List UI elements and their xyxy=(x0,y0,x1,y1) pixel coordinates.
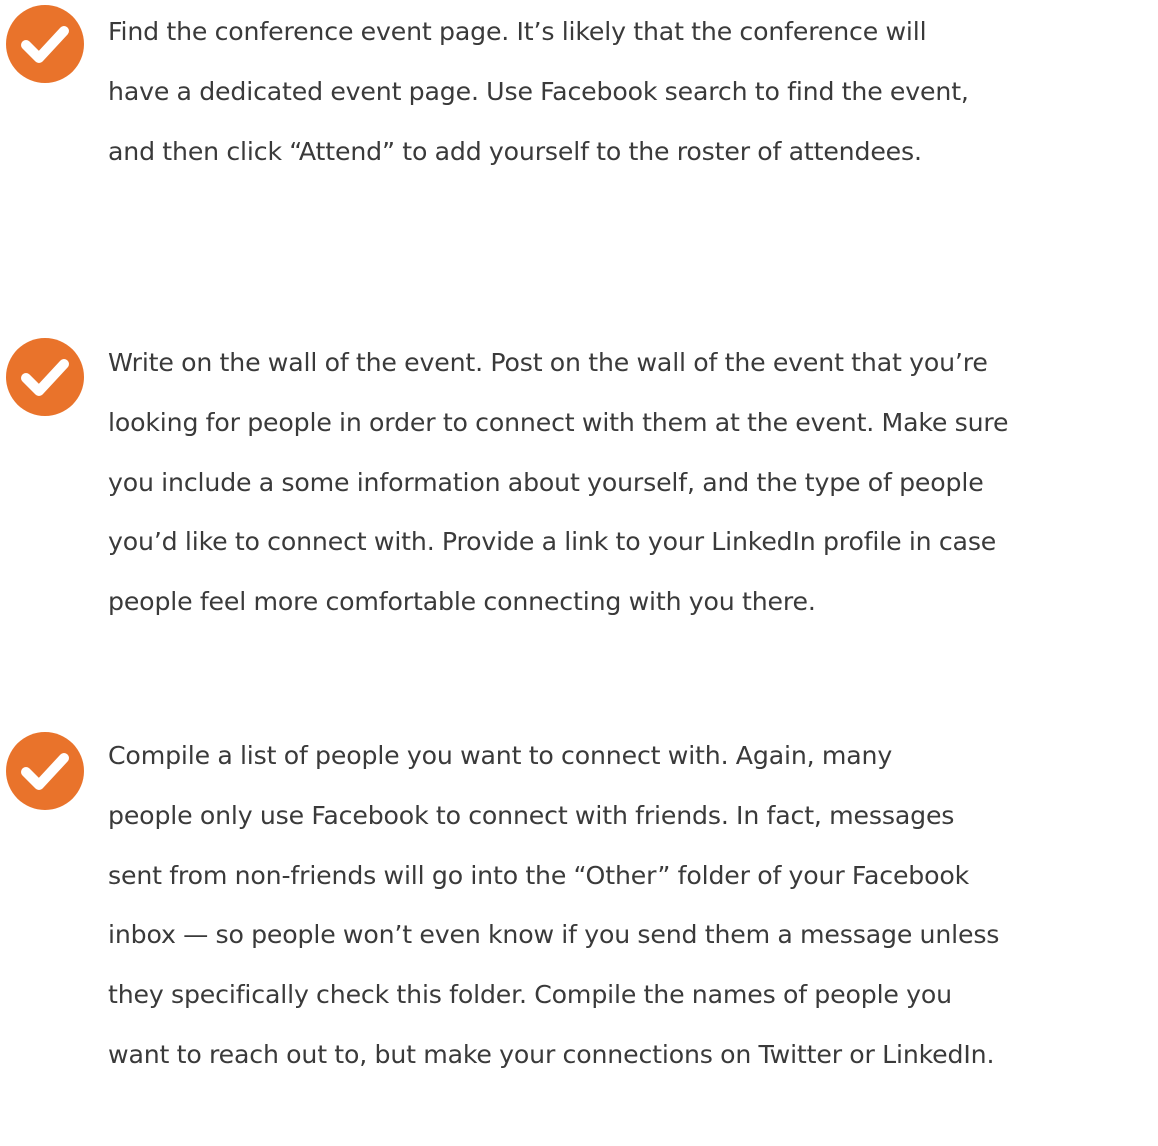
text-line: they specifically check this folder. Com… xyxy=(108,980,952,1010)
text-line: you include a some information about you… xyxy=(108,467,984,497)
text-line: people feel more comfortable connecting … xyxy=(108,587,816,617)
text-line: have a dedicated event page. Use Faceboo… xyxy=(108,76,969,106)
text-line: people only use Facebook to connect with… xyxy=(108,800,955,830)
text-line: Compile a list of people you want to con… xyxy=(108,741,893,770)
checklist-item-text: Find the conference event page. It’s lik… xyxy=(108,2,1153,181)
text-line: want to reach out to, but make your conn… xyxy=(108,1039,995,1069)
checkmark-circle-icon xyxy=(6,338,84,416)
checkmark-circle-icon xyxy=(6,5,84,83)
text-line: inbox — so people won’t even know if you… xyxy=(108,920,1000,950)
text-line: you’d like to connect with. Provide a li… xyxy=(108,527,997,557)
text-line: looking for people in order to connect w… xyxy=(108,407,1009,437)
text-line: Find the conference event page. It’s lik… xyxy=(108,17,927,46)
text-line: sent from non-friends will go into the “… xyxy=(108,860,970,890)
text-line: and then click “Attend” to add yourself … xyxy=(108,136,922,166)
checkmark-circle-icon xyxy=(6,732,84,810)
checklist-item-text: Compile a list of people you want to con… xyxy=(108,726,1153,1085)
checklist-item-text: Write on the wall of the event. Post on … xyxy=(108,333,1153,632)
text-line: Write on the wall of the event. Post on … xyxy=(108,348,988,377)
